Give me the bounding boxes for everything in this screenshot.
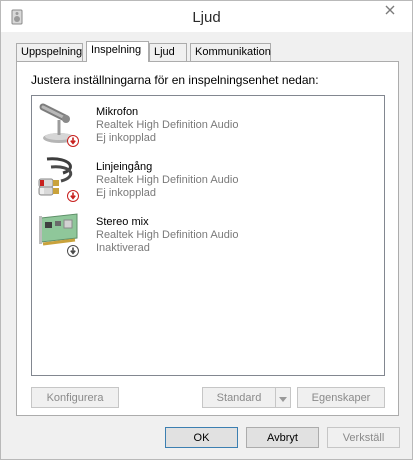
close-icon [385, 4, 395, 18]
sound-dialog: Ljud Uppspelning Inspelning Ljud Kommuni… [0, 0, 413, 460]
tab-sounds[interactable]: Ljud [149, 43, 187, 61]
chevron-down-icon [279, 391, 287, 405]
unplugged-badge-icon [67, 190, 79, 202]
recording-device-list[interactable]: Mikrofon Realtek High Definition Audio E… [31, 95, 385, 376]
configure-button[interactable]: Konfigurera [31, 387, 119, 408]
device-driver: Realtek High Definition Audio [96, 174, 239, 186]
disabled-badge-icon [67, 245, 79, 257]
device-driver: Realtek High Definition Audio [96, 229, 239, 241]
close-button[interactable] [374, 1, 405, 21]
apply-button[interactable]: Verkställ [327, 427, 400, 448]
properties-button[interactable]: Egenskaper [297, 387, 385, 408]
device-status: Ej inkopplad [96, 187, 156, 199]
ok-button[interactable]: OK [165, 427, 238, 448]
device-driver: Realtek High Definition Audio [96, 119, 239, 131]
tab-communications[interactable]: Kommunikation [190, 43, 271, 61]
set-default-button[interactable]: Standard [202, 387, 276, 408]
set-default-dropdown-button[interactable] [275, 387, 291, 408]
unplugged-badge-icon [67, 135, 79, 147]
recording-panel: Justera inställningarna för en inspelnin… [16, 61, 399, 416]
cancel-button[interactable]: Avbryt [246, 427, 319, 448]
panel-instruction: Justera inställningarna för en inspelnin… [31, 73, 319, 87]
device-item-line-in[interactable]: Linjeingång Realtek High Definition Audi… [34, 153, 374, 207]
title-bar[interactable]: Ljud [1, 1, 412, 32]
device-name: Stereo mix [96, 216, 149, 228]
device-item-microphone[interactable]: Mikrofon Realtek High Definition Audio E… [34, 98, 374, 152]
device-status: Inaktiverad [96, 242, 150, 254]
device-item-stereo-mix[interactable]: Stereo mix Realtek High Definition Audio… [34, 208, 374, 262]
tab-recording[interactable]: Inspelning [86, 41, 149, 62]
device-name: Linjeingång [96, 161, 153, 173]
device-status: Ej inkopplad [96, 132, 156, 144]
tab-playback[interactable]: Uppspelning [16, 43, 83, 61]
window-title: Ljud [192, 9, 221, 26]
device-name: Mikrofon [96, 106, 139, 118]
